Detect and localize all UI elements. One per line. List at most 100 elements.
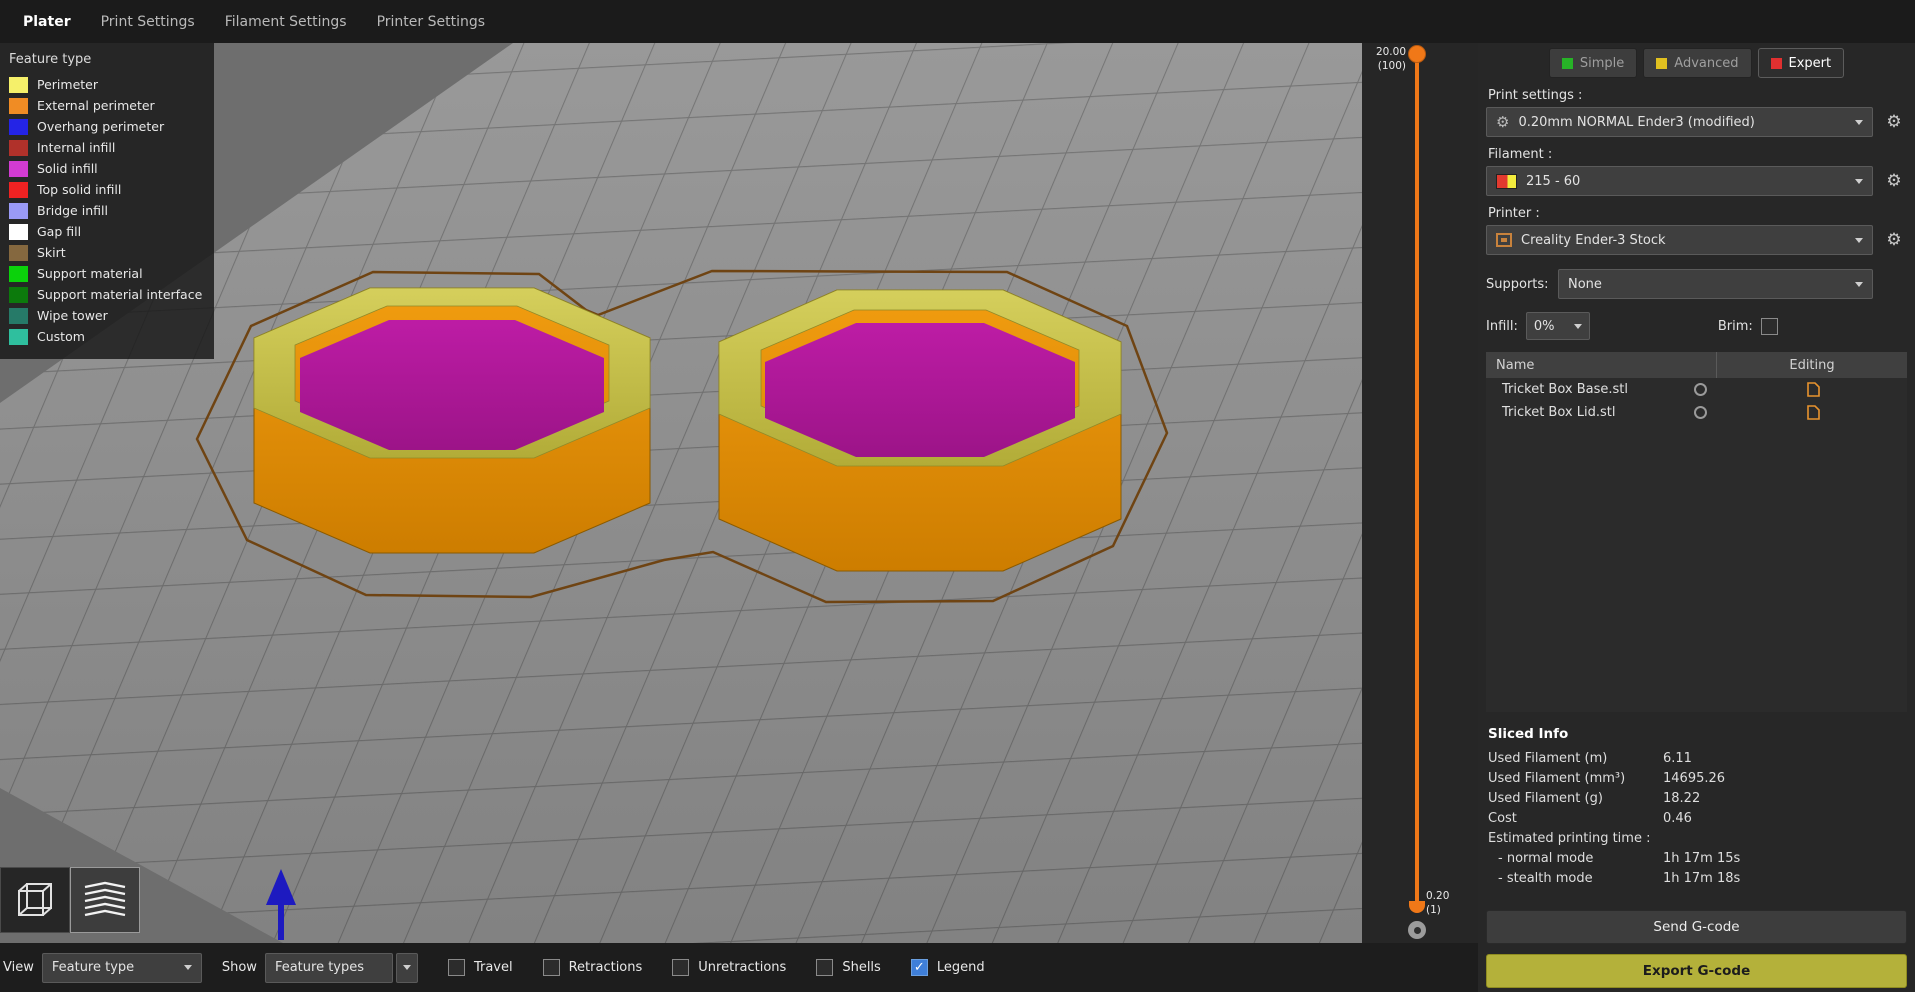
mode-expert-button[interactable]: Expert [1758,48,1845,78]
menu-bar: Plater Print Settings Filament Settings … [0,0,1915,43]
color-swatch [9,98,28,114]
instances-icon[interactable] [1694,383,1707,396]
color-swatch [9,266,28,282]
supports-select[interactable]: None [1558,269,1873,299]
view-select[interactable]: Feature type [42,953,202,983]
legend-item: Skirt [0,242,214,263]
legend-item: Perimeter [0,74,214,95]
legend-item: Support material interface [0,284,214,305]
preview-viewport[interactable]: Feature type Perimeter External perimete… [0,43,1362,943]
chevron-down-icon [184,965,192,970]
layer-slider-handle-bottom[interactable] [1409,901,1425,913]
3d-view-button[interactable] [0,867,70,933]
tab-filament-settings[interactable]: Filament Settings [210,14,362,30]
legend-item: Bridge infill [0,200,214,221]
lock-icon[interactable] [1408,921,1426,939]
filament-select[interactable]: 215 - 60 [1486,166,1873,196]
travel-checkbox[interactable] [448,959,465,976]
legend-item: Gap fill [0,221,214,242]
color-swatch [9,161,28,177]
table-row[interactable]: Tricket Box Base.stl [1486,378,1907,401]
edit-object-icon[interactable] [1807,382,1820,397]
printer-gear-button[interactable]: ⚙ [1881,232,1907,249]
color-swatch [9,182,28,198]
color-swatch [9,287,28,303]
chevron-down-icon [1855,282,1863,287]
legend-title: Feature type [0,49,214,74]
tab-plater[interactable]: Plater [8,14,86,30]
color-swatch [9,140,28,156]
supports-label: Supports: [1486,277,1550,292]
chevron-down-icon [403,965,411,970]
retractions-checkbox[interactable] [543,959,560,976]
layer-slider-handle-top[interactable] [1408,45,1426,63]
print-settings-gear-button[interactable]: ⚙ [1881,114,1907,131]
info-row: - normal mode1h 17m 15s [1486,848,1907,868]
bottom-toolbar: View Feature type Show Feature types Tra… [0,943,1478,992]
tab-print-settings[interactable]: Print Settings [86,14,210,30]
show-select[interactable]: Feature types [265,953,393,983]
info-row: Used Filament (g)18.22 [1486,788,1907,808]
info-row: Estimated printing time : [1486,828,1907,848]
slicer-window: Plater Print Settings Filament Settings … [0,0,1915,992]
table-row[interactable]: Tricket Box Lid.stl [1486,401,1907,424]
object-list-header: Name Editing [1486,352,1907,378]
layers-view-button[interactable] [70,867,140,933]
slider-top-label: 20.00 (100) [1362,45,1406,73]
legend-item: Overhang perimeter [0,116,214,137]
sliced-info-title: Sliced Info [1488,726,1907,742]
edit-object-icon[interactable] [1807,405,1820,420]
travel-toggle: Travel [448,959,513,976]
tab-printer-settings[interactable]: Printer Settings [362,14,500,30]
view-mode-toggle [0,867,140,933]
legend-item: Custom [0,326,214,347]
simple-mode-icon [1562,58,1573,69]
instances-icon[interactable] [1694,406,1707,419]
legend-item: External perimeter [0,95,214,116]
legend-item: Wipe tower [0,305,214,326]
filament-color-icon [1496,174,1517,189]
shells-toggle: Shells [816,959,881,976]
chevron-down-icon [1855,120,1863,125]
chevron-down-icon [1574,324,1582,329]
brim-checkbox[interactable] [1761,318,1778,335]
export-gcode-button[interactable]: Export G-code [1486,954,1907,988]
object-tricket-box-base[interactable] [254,288,650,553]
chevron-down-icon [1855,238,1863,243]
sliced-info-section: Sliced Info Used Filament (m)6.11 Used F… [1486,726,1907,888]
printer-icon [1496,233,1512,247]
settings-panel: Simple Advanced Expert Print settings : … [1478,43,1915,992]
mode-advanced-button[interactable]: Advanced [1643,48,1751,78]
color-swatch [9,119,28,135]
info-row: Used Filament (m)6.11 [1486,748,1907,768]
brim-label: Brim: [1718,319,1753,334]
printer-select[interactable]: Creality Ender-3 Stock [1486,225,1873,255]
color-swatch [9,77,28,93]
advanced-mode-icon [1656,58,1667,69]
color-swatch [9,203,28,219]
legend-checkbox[interactable] [911,959,928,976]
send-gcode-button[interactable]: Send G-code [1486,910,1907,944]
print-settings-select[interactable]: ⚙ 0.20mm NORMAL Ender3 (modified) [1486,107,1873,137]
info-row: - stealth mode1h 17m 18s [1486,868,1907,888]
unretractions-toggle: Unretractions [672,959,786,976]
object-tricket-box-lid[interactable] [719,290,1121,571]
layer-slider-strip: 20.00 (100) 0.20 (1) [1362,43,1478,943]
unretractions-checkbox[interactable] [672,959,689,976]
feature-legend: Feature type Perimeter External perimete… [0,43,214,359]
retractions-toggle: Retractions [543,959,643,976]
legend-item: Support material [0,263,214,284]
filament-gear-button[interactable]: ⚙ [1881,173,1907,190]
legend-item: Solid infill [0,158,214,179]
mode-simple-button[interactable]: Simple [1549,48,1637,78]
color-swatch [9,308,28,324]
infill-select[interactable]: 0% [1526,312,1590,340]
shells-checkbox[interactable] [816,959,833,976]
show-select-arrow-button[interactable] [396,953,418,983]
filament-label: Filament : [1488,147,1907,162]
legend-item: Internal infill [0,137,214,158]
legend-item: Top solid infill [0,179,214,200]
slider-bottom-label: 0.20 (1) [1426,889,1449,917]
layer-slider-track[interactable] [1415,55,1419,907]
3d-view-icon [13,878,57,922]
